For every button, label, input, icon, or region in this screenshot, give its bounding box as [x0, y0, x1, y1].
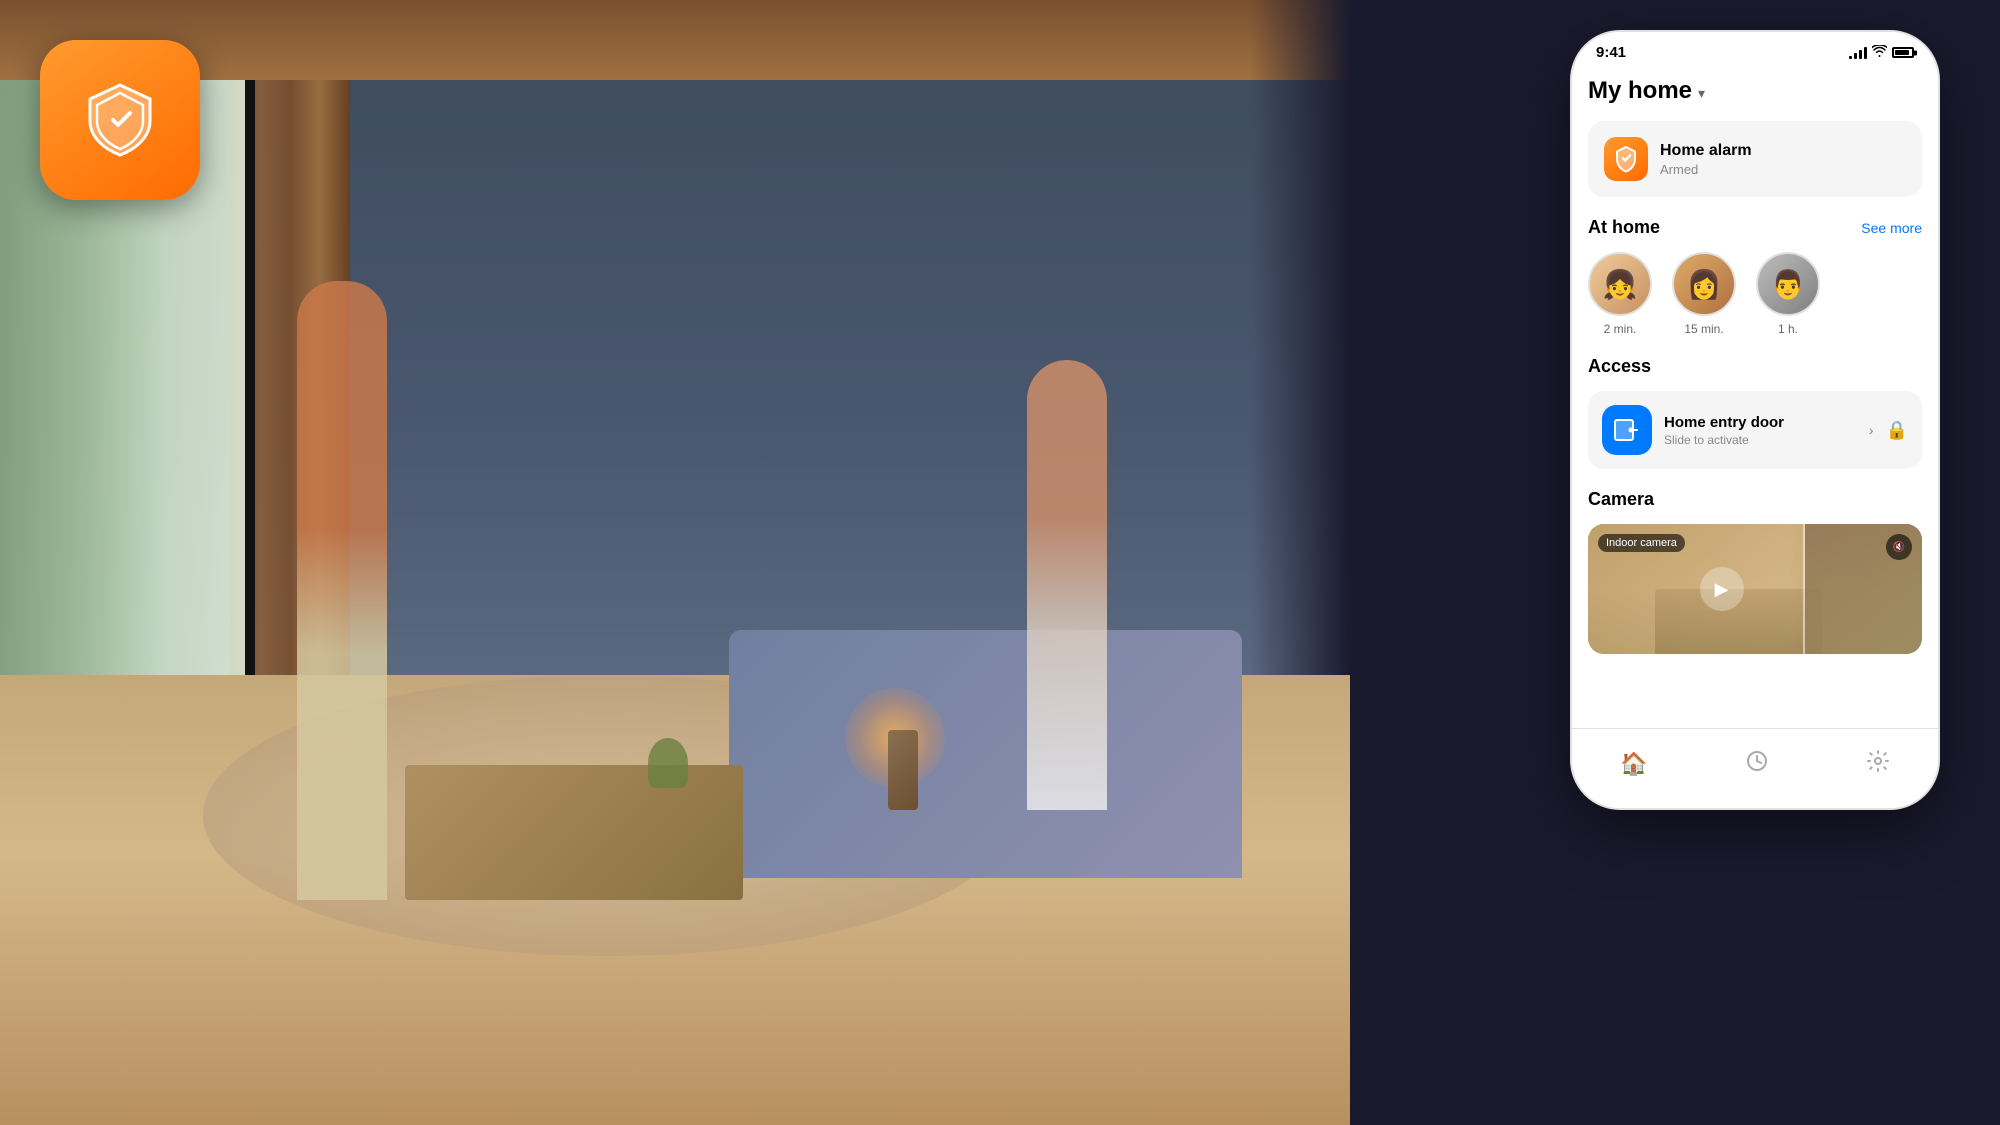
access-card[interactable]: Home entry door Slide to activate › 🔒 — [1588, 391, 1922, 469]
status-time: 9:41 — [1596, 44, 1626, 61]
alarm-text: Home alarm Armed — [1660, 142, 1752, 177]
background-photo — [0, 0, 1350, 1125]
bottom-nav: 🏠 — [1572, 728, 1938, 808]
nav-item-history[interactable] — [1745, 749, 1769, 779]
at-home-title: At home — [1588, 217, 1660, 238]
camera-label: Indoor camera — [1598, 534, 1685, 552]
nav-item-home[interactable]: 🏠 — [1620, 751, 1647, 777]
access-section-header: Access — [1588, 356, 1922, 377]
access-title: Access — [1588, 356, 1651, 377]
phone-content[interactable]: My home ▾ Home alarm Armed At home See m… — [1572, 69, 1938, 725]
alarm-title: Home alarm — [1660, 142, 1752, 160]
phone-header[interactable]: My home ▾ — [1588, 69, 1922, 121]
alarm-card[interactable]: Home alarm Armed — [1588, 121, 1922, 197]
access-door-icon — [1602, 405, 1652, 455]
see-more-button[interactable]: See more — [1861, 220, 1922, 236]
avatar-3: 👨 — [1756, 252, 1820, 316]
alarm-shield-icon — [1604, 137, 1648, 181]
at-home-avatars: 👧 2 min. 👩 15 min. 👨 1 h. — [1588, 252, 1922, 336]
battery-icon — [1892, 47, 1914, 58]
alarm-status: Armed — [1660, 162, 1752, 177]
home-nav-icon: 🏠 — [1620, 751, 1647, 777]
app-icon — [40, 40, 200, 200]
avatar-item-2[interactable]: 👩 15 min. — [1672, 252, 1736, 336]
room-scene — [0, 0, 1350, 1125]
camera-preview[interactable]: Indoor camera 🔇 ▶ — [1588, 524, 1922, 654]
nav-item-settings[interactable] — [1866, 749, 1890, 779]
shield-icon-svg — [75, 75, 165, 165]
access-slide-control[interactable]: › — [1869, 422, 1874, 438]
avatar-item-3[interactable]: 👨 1 h. — [1756, 252, 1820, 336]
avatar-item-1[interactable]: 👧 2 min. — [1588, 252, 1652, 336]
access-door-title: Home entry door — [1664, 414, 1857, 431]
phone-mockup: 9:41 My home — [1570, 30, 1940, 810]
at-home-section-header: At home See more — [1588, 217, 1922, 238]
play-icon: ▶ — [1715, 579, 1729, 600]
home-title: My home — [1588, 77, 1692, 105]
access-door-subtitle: Slide to activate — [1664, 433, 1857, 447]
camera-play-button[interactable]: ▶ — [1700, 567, 1744, 611]
signal-icon — [1849, 47, 1867, 59]
camera-title: Camera — [1588, 489, 1654, 510]
avatar-time-3: 1 h. — [1778, 322, 1798, 336]
status-icons — [1849, 45, 1914, 60]
mute-icon: 🔇 — [1893, 542, 1905, 553]
camera-section-header: Camera — [1588, 489, 1922, 510]
lock-icon: 🔒 — [1886, 420, 1908, 441]
avatar-time-1: 2 min. — [1604, 322, 1637, 336]
settings-nav-icon — [1866, 749, 1890, 779]
home-dropdown-chevron[interactable]: ▾ — [1698, 85, 1705, 102]
avatar-2: 👩 — [1672, 252, 1736, 316]
avatar-1: 👧 — [1588, 252, 1652, 316]
access-door-text: Home entry door Slide to activate — [1664, 414, 1857, 447]
history-nav-icon — [1745, 749, 1769, 779]
wifi-icon — [1872, 45, 1887, 60]
chevron-right-icon: › — [1869, 422, 1874, 438]
camera-mute-button[interactable]: 🔇 — [1886, 534, 1912, 560]
avatar-time-2: 15 min. — [1684, 322, 1723, 336]
status-bar: 9:41 — [1572, 32, 1938, 69]
